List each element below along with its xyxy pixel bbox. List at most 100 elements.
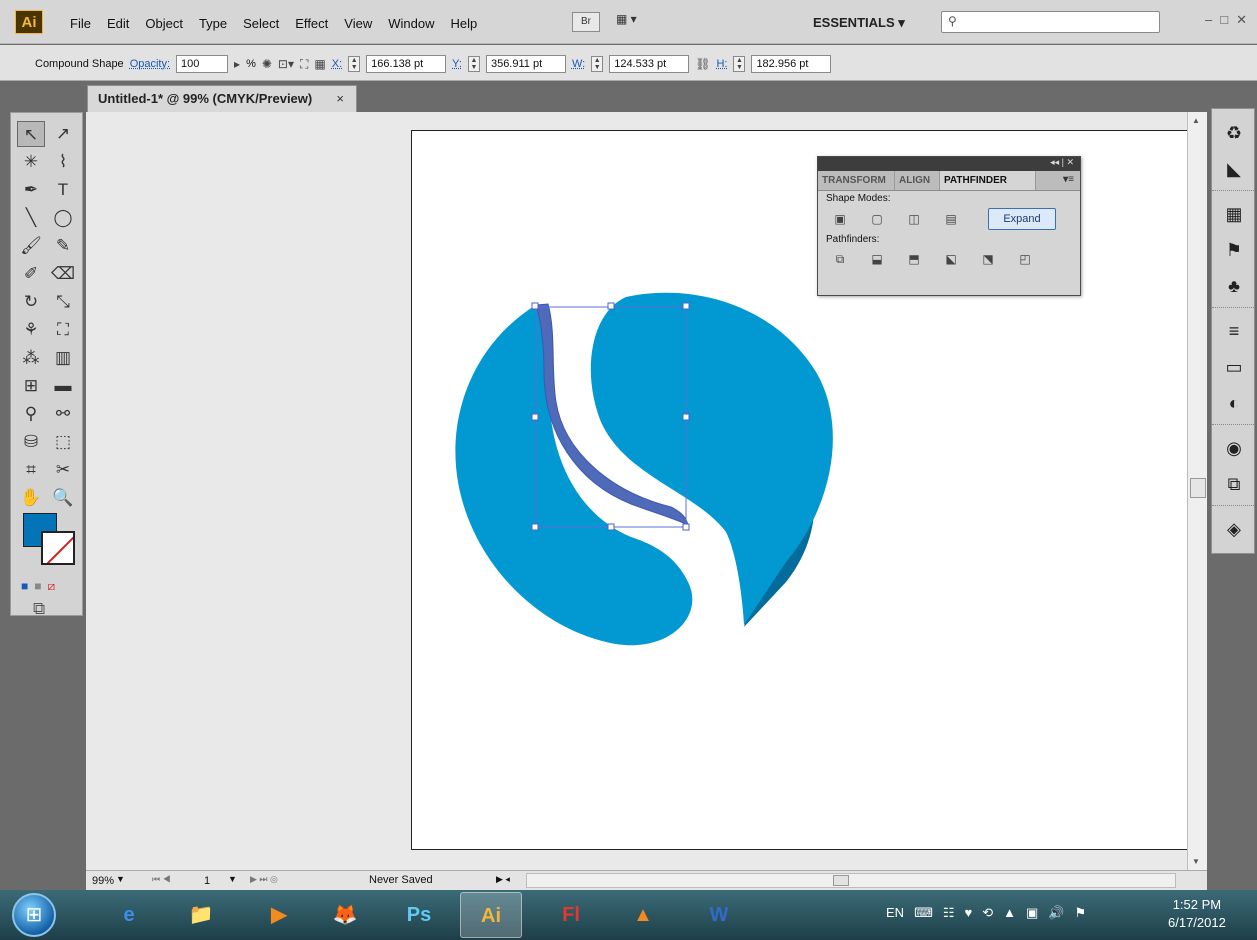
tab-transform[interactable]: TRANSFORM xyxy=(818,171,895,190)
divide-icon[interactable]: ⧉ xyxy=(830,249,850,269)
intersect-icon[interactable]: ◫ xyxy=(904,209,924,229)
live-paint-tool[interactable]: ⛁ xyxy=(17,429,45,455)
opacity-link[interactable]: Opacity: xyxy=(130,58,170,70)
clock[interactable]: 1:52 PM 6/17/2012 xyxy=(1168,896,1226,932)
line-tool[interactable]: ╲ xyxy=(17,205,45,231)
close-button[interactable]: ✕ xyxy=(1236,12,1247,28)
keyboard-icon[interactable]: ⌨ xyxy=(914,905,933,921)
expand-button[interactable]: Expand xyxy=(988,208,1056,230)
taskbar-photoshop-icon[interactable]: Ps xyxy=(388,892,450,938)
unite-icon[interactable]: ▣ xyxy=(830,209,850,229)
x-field[interactable]: 166.138 pt xyxy=(366,55,447,73)
recolor-icon[interactable]: ✺ xyxy=(262,57,272,71)
exclude-icon[interactable]: ▤ xyxy=(941,209,961,229)
constrain-proportions-icon[interactable]: ⛓ xyxy=(695,57,710,71)
h-field[interactable]: 182.956 pt xyxy=(751,55,832,73)
color-mode-icon[interactable]: ■ xyxy=(21,579,28,594)
zoom-level[interactable]: 99% xyxy=(92,875,114,887)
taskbar-media-player-icon[interactable]: ▶ xyxy=(248,892,310,938)
zoom-dropdown-icon[interactable]: ▼ xyxy=(116,874,125,884)
stroke-icon[interactable]: ≡ xyxy=(1212,313,1256,349)
gradient-mode-icon[interactable]: ■ xyxy=(34,579,41,594)
menu-object[interactable]: Object xyxy=(137,16,191,31)
crop-icon[interactable]: ⬕ xyxy=(941,249,961,269)
menu-select[interactable]: Select xyxy=(235,16,287,31)
taskbar-flash-icon[interactable]: Fl xyxy=(540,892,602,938)
scale-tool[interactable]: ⤡ xyxy=(49,289,77,315)
first-artboard-icon[interactable]: ⏮ ◀ xyxy=(152,874,171,885)
direct-selection-tool[interactable]: ↗ xyxy=(49,121,77,147)
vlc-tray-icon[interactable]: ▲ xyxy=(1003,905,1016,921)
pencil-tool[interactable]: ✎ xyxy=(49,233,77,259)
artboard-tool[interactable]: ⌗ xyxy=(17,457,45,483)
action-center-icon[interactable]: ⚑ xyxy=(1074,905,1086,921)
security-icon[interactable]: ♥ xyxy=(964,905,972,921)
w-stepper[interactable]: ▲ ▼ xyxy=(591,56,604,72)
lasso-tool[interactable]: ⌇ xyxy=(49,149,77,175)
y-label[interactable]: Y: xyxy=(452,58,462,70)
free-transform-tool[interactable]: ⛶ xyxy=(49,317,77,343)
h-label[interactable]: H: xyxy=(716,58,727,70)
last-artboard-icon[interactable]: ▶ ⏭ ◎ xyxy=(250,874,278,885)
close-tab-icon[interactable]: × xyxy=(336,91,344,106)
opacity-slider-arrow-icon[interactable]: ▸ xyxy=(234,57,240,71)
menu-type[interactable]: Type xyxy=(191,16,235,31)
none-mode-icon[interactable]: ⧄ xyxy=(48,579,56,594)
y-field[interactable]: 356.911 pt xyxy=(485,55,566,73)
symbols-icon[interactable]: ♣ xyxy=(1212,268,1256,304)
selection-tool[interactable]: ↖ xyxy=(17,121,45,147)
start-button[interactable]: ⊞ xyxy=(12,893,56,937)
menu-edit[interactable]: Edit xyxy=(99,16,137,31)
scroll-down-icon[interactable]: ▼ xyxy=(1192,857,1200,866)
blob-brush-tool[interactable]: ✐ xyxy=(17,261,45,287)
type-tool[interactable]: T xyxy=(49,177,77,203)
h-stepper[interactable]: ▲ ▼ xyxy=(733,56,746,72)
search-input[interactable]: ⚲ xyxy=(941,11,1160,33)
rotate-tool[interactable]: ↻ xyxy=(17,289,45,315)
reference-point-icon[interactable]: ▦ xyxy=(314,57,325,71)
brushes-icon[interactable]: ⚑ xyxy=(1212,232,1256,268)
status-menu-icon[interactable]: ▶ ◂ xyxy=(496,874,510,885)
zoom-tool[interactable]: 🔍 xyxy=(49,485,77,511)
horizontal-scroll-thumb[interactable] xyxy=(833,875,849,886)
hand-tool[interactable]: ✋ xyxy=(17,485,45,511)
w-label[interactable]: W: xyxy=(572,58,585,70)
color-guide-icon[interactable]: ♻ xyxy=(1212,115,1256,151)
gradient-icon[interactable]: ▭ xyxy=(1212,349,1256,385)
outline-icon[interactable]: ⬔ xyxy=(978,249,998,269)
bridge-button[interactable]: Br xyxy=(572,12,600,32)
screen-mode-icon[interactable]: ⧉ xyxy=(33,599,45,619)
menu-help[interactable]: Help xyxy=(442,16,485,31)
swatches-icon[interactable]: ▦ xyxy=(1212,196,1256,232)
warp-tool[interactable]: ⚘ xyxy=(17,317,45,343)
blend-tool[interactable]: ⚯ xyxy=(49,401,77,427)
language-indicator[interactable]: EN xyxy=(886,905,904,921)
graphic-styles-icon[interactable]: ⧉ xyxy=(1212,466,1256,502)
w-field[interactable]: 124.533 pt xyxy=(609,55,690,73)
slice-tool[interactable]: ✂ xyxy=(49,457,77,483)
taskbar-vlc-icon[interactable]: ▲ xyxy=(612,892,674,938)
document-tab[interactable]: Untitled-1* @ 99% (CMYK/Preview) × xyxy=(87,85,357,112)
magic-wand-tool[interactable]: ✳ xyxy=(17,149,45,175)
menu-file[interactable]: File xyxy=(62,16,99,31)
arrange-documents-button[interactable]: ▦ ▾ xyxy=(616,12,656,32)
minimize-button[interactable]: – xyxy=(1205,12,1212,28)
color-icon[interactable]: ◣ xyxy=(1212,151,1256,187)
taskbar-firefox-icon[interactable]: 🦊 xyxy=(314,892,376,938)
menu-view[interactable]: View xyxy=(336,16,380,31)
opacity-field[interactable]: 100 xyxy=(176,55,229,73)
network-icon[interactable]: ☷ xyxy=(943,905,955,921)
vertical-scroll-thumb[interactable] xyxy=(1190,478,1206,498)
minus-back-icon[interactable]: ◰ xyxy=(1015,249,1035,269)
layers-icon[interactable]: ◈ xyxy=(1212,511,1256,547)
display-icon[interactable]: ▣ xyxy=(1026,905,1038,921)
ellipse-tool[interactable]: ◯ xyxy=(49,205,77,231)
taskbar-windows-explorer-icon[interactable]: 📁 xyxy=(170,892,232,938)
eraser-tool[interactable]: ⌫ xyxy=(49,261,77,287)
paintbrush-tool[interactable]: 🖌 xyxy=(17,233,45,259)
menu-window[interactable]: Window xyxy=(380,16,442,31)
vertical-scrollbar[interactable]: ▲ ▼ xyxy=(1187,112,1207,870)
transform-icon[interactable]: ⛶ xyxy=(300,57,308,72)
menu-effect[interactable]: Effect xyxy=(287,16,336,31)
appearance-icon[interactable]: ◉ xyxy=(1212,430,1256,466)
